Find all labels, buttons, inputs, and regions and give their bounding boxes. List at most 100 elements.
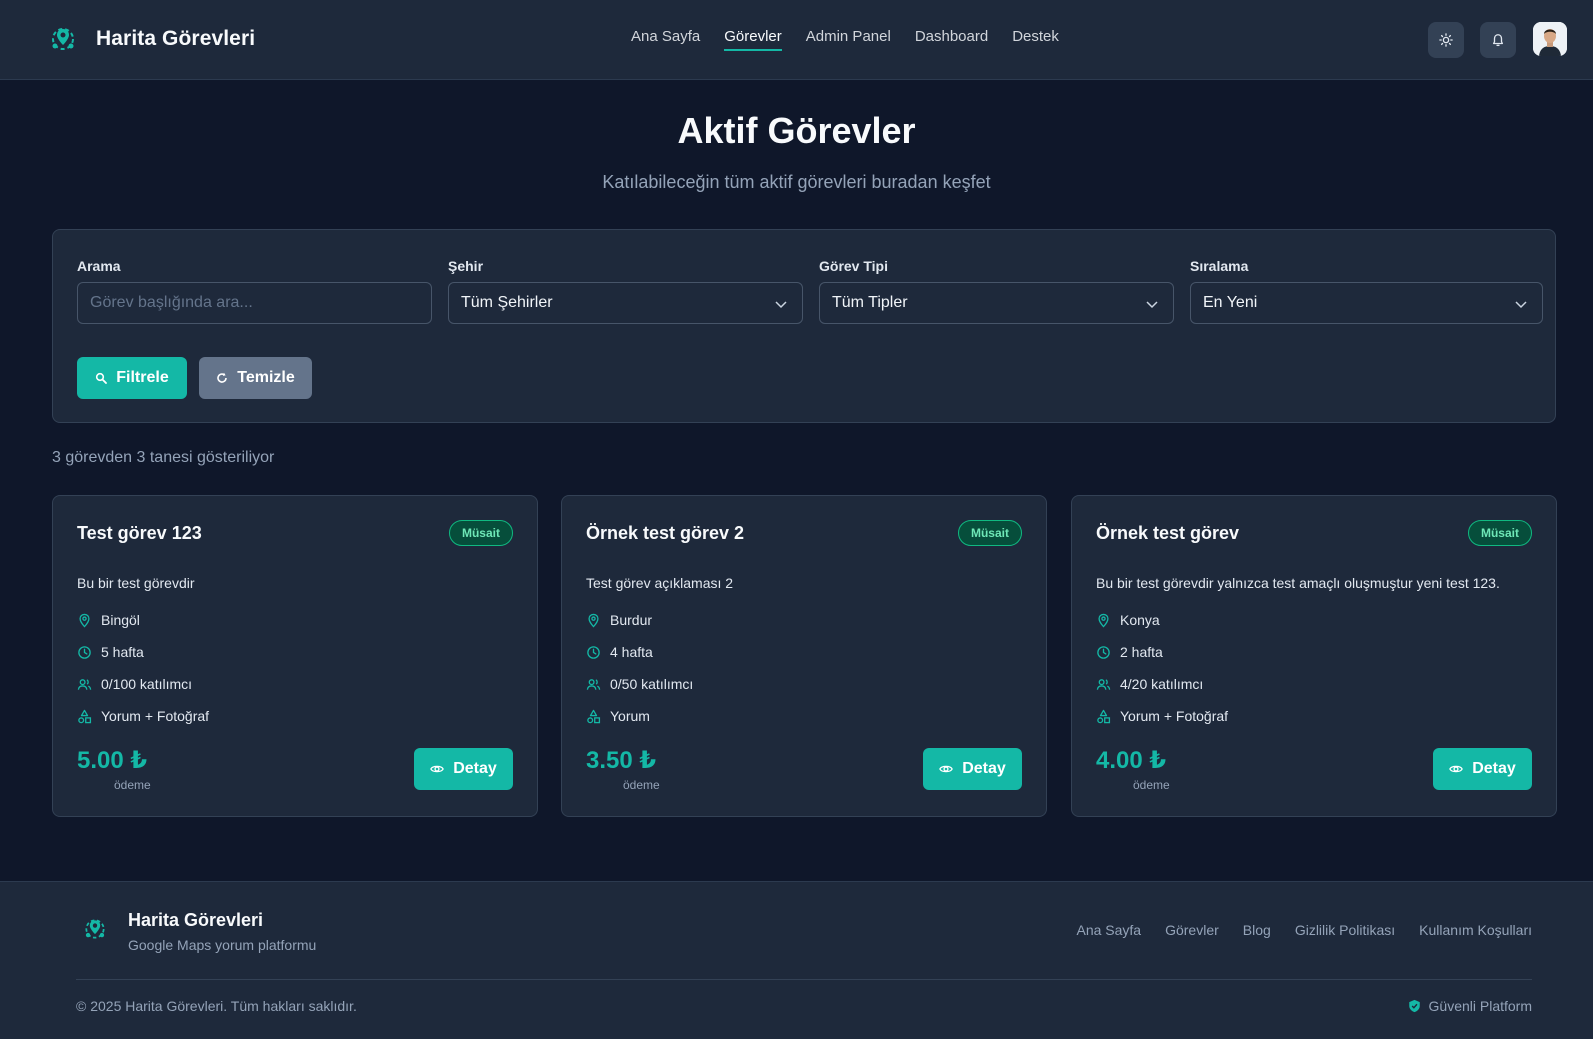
- task-price: 4.00 ₺: [1096, 747, 1167, 774]
- brand-title: Harita Görevleri: [96, 27, 256, 50]
- detail-button[interactable]: Detay: [923, 748, 1022, 790]
- footer-copyright: © 2025 Harita Görevleri. Tüm hakları sak…: [76, 998, 357, 1014]
- refresh-icon: [217, 372, 228, 383]
- task-duration-value: 2 hafta: [1120, 644, 1163, 660]
- task-duration: 5 hafta: [77, 644, 144, 660]
- status-badge: Müsait: [1467, 520, 1532, 546]
- task-city-value: Bingöl: [101, 612, 140, 628]
- task-type-value: Yorum + Fotoğraf: [1120, 708, 1229, 724]
- users-icon: [77, 678, 92, 690]
- footer-link-blog[interactable]: Blog: [1243, 922, 1271, 938]
- detail-button[interactable]: Detay: [414, 748, 513, 790]
- type-select[interactable]: Tüm Tipler: [819, 282, 1174, 324]
- task-type-value: Yorum + Fotoğraf: [101, 708, 210, 724]
- nav-destek[interactable]: Destek: [1012, 28, 1059, 51]
- footer-link-gorevler[interactable]: Görevler: [1165, 922, 1219, 938]
- detail-button-label: Detay: [1472, 760, 1516, 777]
- task-title: Örnek test görev: [1096, 523, 1240, 543]
- footer-link-gizlilik[interactable]: Gizlilik Politikası: [1295, 922, 1395, 938]
- shapes-icon: [587, 709, 601, 723]
- search-icon: [96, 372, 108, 384]
- chevron-down-icon: [775, 301, 787, 309]
- footer-link-ana-sayfa[interactable]: Ana Sayfa: [1076, 922, 1141, 938]
- task-type: Yorum: [586, 708, 650, 724]
- status-badge: Müsait: [957, 520, 1022, 546]
- task-city: Konya: [1096, 612, 1160, 628]
- task-participants: 0/100 katılımcı: [77, 676, 192, 692]
- task-participants: 0/50 katılımcı: [586, 676, 693, 692]
- map-pin-logo-icon: [52, 28, 74, 50]
- task-duration-value: 4 hafta: [610, 644, 653, 660]
- city-select-value: Tüm Şehirler: [461, 294, 553, 311]
- task-duration-value: 5 hafta: [101, 644, 144, 660]
- task-title: Test görev 123: [77, 523, 202, 543]
- task-city-value: Konya: [1120, 612, 1160, 628]
- page-title: Aktif Görevler: [677, 110, 916, 151]
- task-card: Örnek test görev 2 Müsait Test görev açı…: [561, 495, 1047, 817]
- location-pin-icon: [1098, 613, 1109, 628]
- filter-panel: Arama Görev başlığında ara... Şehir Tüm …: [52, 229, 1556, 423]
- results-count: 3 görevden 3 tanesi gösteriliyor: [52, 449, 275, 466]
- detail-button-label: Detay: [453, 760, 497, 777]
- user-avatar[interactable]: [1533, 22, 1567, 56]
- task-city: Bingöl: [77, 612, 140, 628]
- footer-link-kullanim[interactable]: Kullanım Koşulları: [1419, 922, 1532, 938]
- shapes-icon: [78, 709, 92, 723]
- shield-check-icon: [1408, 999, 1420, 1013]
- footer-links: Ana Sayfa Görevler Blog Gizlilik Politik…: [1076, 922, 1532, 938]
- search-label: Arama: [77, 258, 121, 274]
- price-label: ödeme: [1133, 778, 1170, 792]
- secure-platform-badge: Güvenli Platform: [1408, 998, 1532, 1014]
- shapes-icon: [1097, 709, 1111, 723]
- secure-platform-label: Güvenli Platform: [1428, 998, 1532, 1014]
- chevron-down-icon: [1515, 301, 1527, 309]
- task-city-value: Burdur: [610, 612, 653, 628]
- nav-dashboard[interactable]: Dashboard: [915, 28, 988, 51]
- task-price: 3.50 ₺: [586, 747, 657, 774]
- filter-button[interactable]: Filtrele: [77, 357, 187, 399]
- eye-icon: [939, 765, 954, 773]
- task-participants: 4/20 katılımcı: [1096, 676, 1203, 692]
- users-icon: [586, 678, 601, 690]
- task-description: Bu bir test görevdir yalnızca test amaçl…: [1096, 575, 1500, 591]
- eye-icon: [430, 765, 445, 773]
- search-input[interactable]: Görev başlığında ara...: [77, 282, 432, 324]
- task-participants-value: 0/100 katılımcı: [101, 676, 193, 692]
- footer-brand-title: Harita Görevleri: [128, 910, 264, 930]
- clock-icon: [78, 645, 91, 659]
- task-participants-value: 4/20 katılımcı: [1120, 676, 1204, 692]
- footer-divider: [76, 979, 1532, 980]
- status-badge: Müsait: [448, 520, 513, 546]
- main-nav: Ana Sayfa Görevler Admin Panel Dashboard…: [631, 28, 1059, 51]
- clear-button[interactable]: Temizle: [199, 357, 312, 399]
- task-participants-value: 0/50 katılımcı: [610, 676, 694, 692]
- map-pin-logo-icon: [85, 919, 105, 939]
- nav-gorevler[interactable]: Görevler: [724, 28, 782, 51]
- theme-toggle-button[interactable]: [1428, 22, 1464, 58]
- notifications-button[interactable]: [1480, 22, 1516, 58]
- clock-icon: [1097, 645, 1110, 659]
- search-placeholder: Görev başlığında ara...: [90, 294, 253, 311]
- filter-button-label: Filtrele: [116, 369, 169, 386]
- task-title: Örnek test görev 2: [586, 523, 745, 543]
- sort-select-value: En Yeni: [1203, 294, 1258, 311]
- city-select[interactable]: Tüm Şehirler: [448, 282, 803, 324]
- task-type-value: Yorum: [610, 708, 650, 724]
- price-label: ödeme: [114, 778, 151, 792]
- sun-icon: [1439, 33, 1453, 47]
- task-card: Örnek test görev Müsait Bu bir test göre…: [1071, 495, 1557, 817]
- brand[interactable]: Harita Görevleri: [48, 24, 255, 54]
- sort-select[interactable]: En Yeni: [1190, 282, 1543, 324]
- detail-button[interactable]: Detay: [1433, 748, 1532, 790]
- nav-admin-panel[interactable]: Admin Panel: [806, 28, 891, 51]
- bell-icon: [1492, 34, 1504, 47]
- chevron-down-icon: [1146, 301, 1158, 309]
- top-navbar: Harita Görevleri Ana Sayfa Görevler Admi…: [0, 0, 1593, 80]
- type-label: Görev Tipi: [819, 258, 888, 274]
- task-duration: 2 hafta: [1096, 644, 1163, 660]
- sort-label: Sıralama: [1190, 258, 1249, 274]
- footer-tagline: Google Maps yorum platformu: [128, 937, 317, 953]
- detail-button-label: Detay: [962, 760, 1006, 777]
- task-city: Burdur: [586, 612, 652, 628]
- nav-ana-sayfa[interactable]: Ana Sayfa: [631, 28, 700, 51]
